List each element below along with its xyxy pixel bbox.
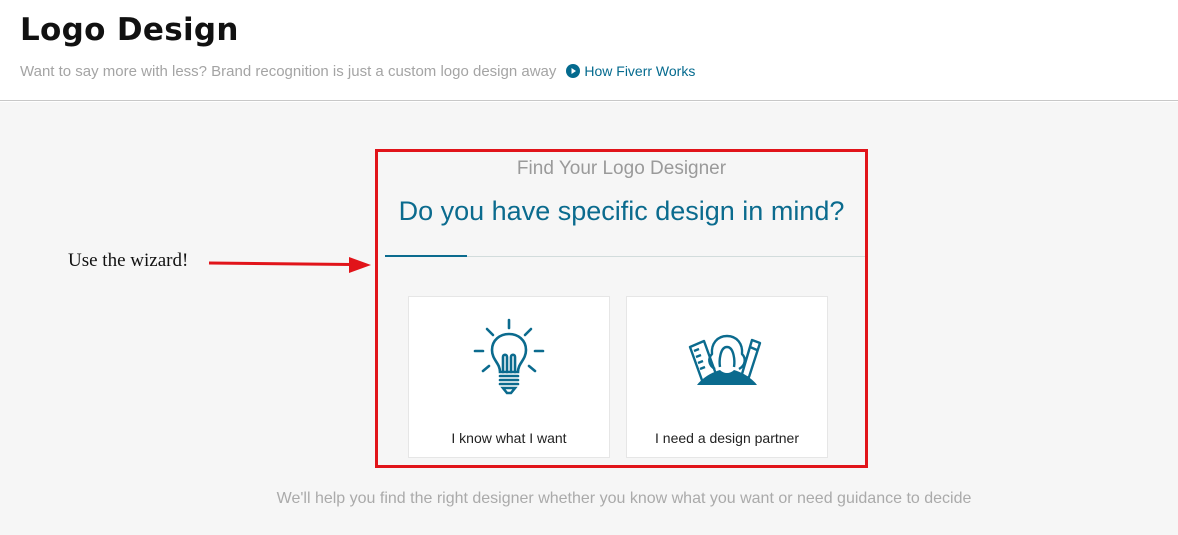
wizard-progress-track [385, 255, 865, 257]
lightbulb-icon [473, 318, 545, 395]
option-know-what-i-want[interactable]: I know what I want [408, 296, 610, 458]
footer-note: We'll help you find the right designer w… [276, 490, 972, 507]
option-need-design-partner[interactable]: I need a design partner [626, 296, 828, 458]
subtitle-row: Want to say more with less? Brand recogn… [20, 61, 695, 81]
wizard-question: Do you have specific design in mind? [398, 196, 845, 226]
option-label-partner: I need a design partner [655, 430, 799, 446]
page-header: Logo Design Want to say more with less? … [0, 0, 1178, 101]
option-label-know: I know what I want [451, 430, 567, 446]
wizard-progress-fill [385, 255, 467, 257]
page-subtitle: Want to say more with less? Brand recogn… [20, 62, 557, 80]
how-fiverr-works-link[interactable]: How Fiverr Works [566, 63, 695, 79]
wizard-kicker: Find Your Logo Designer [516, 158, 727, 179]
how-fiverr-works-label: How Fiverr Works [584, 63, 696, 79]
play-circle-icon [566, 64, 581, 78]
logo-wizard: Find Your Logo Designer Do you have spec… [375, 149, 868, 468]
designer-partner-icon [688, 334, 762, 385]
main-content: Use the wizard! Find Your Logo Designer … [0, 102, 1178, 535]
page-title: Logo Design [20, 12, 239, 48]
annotation-arrow-icon [208, 257, 371, 273]
annotation-text: Use the wizard! [68, 250, 189, 271]
